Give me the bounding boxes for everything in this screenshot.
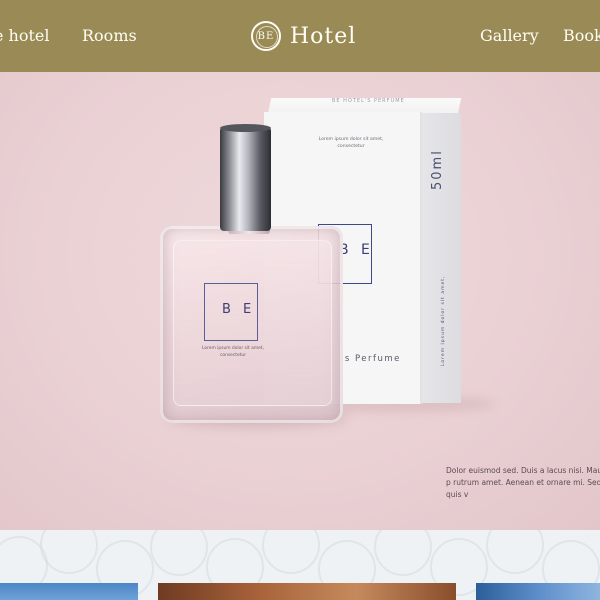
perfume-box-label: 's Perfume [341,354,401,364]
nav-link-book[interactable]: Book [563,24,600,48]
pattern-swirl [374,530,432,576]
perfume-bottle-cap-top [220,124,271,132]
perfume-box-side-text: Lorem ipsum dolor sit amet, [441,275,446,366]
pattern-swirl [486,530,544,574]
brand-mark-text: BE [257,30,275,42]
hero-banner: BE HOTEL'S PERFUME Lorem ipsum dolor sit… [0,72,600,530]
perfume-bottle-small-text: Lorem ipsum dolor sit amet, consectetur [202,346,264,358]
gallery-thumbnail-2[interactable] [158,583,456,600]
hero-caption: Dolor euismod sed. Duis a lacus nisi. Ma… [446,466,600,499]
perfume-box-top-text: BE HOTEL'S PERFUME [332,98,405,104]
hero-content: BE HOTEL'S PERFUME Lorem ipsum dolor sit… [0,72,600,530]
pattern-swirl [40,530,98,574]
gallery-thumbnail-1[interactable] [0,583,138,600]
perfume-bottle-cap [220,127,271,231]
nav-link-gallery[interactable]: Gallery [480,24,539,48]
perfume-bottle-logo: B E [222,302,256,317]
nav-link-the-hotel[interactable]: e hotel [0,24,50,48]
perfume-box-logo: B E [339,242,374,258]
gallery-thumbnail-3[interactable] [476,583,600,600]
brand-name: Hotel [290,23,357,49]
top-nav: e hotel Rooms BE Hotel Gallery Book [0,0,600,72]
pattern-swirl [150,530,208,576]
nav-link-rooms[interactable]: Rooms [82,24,137,48]
perfume-box-volume: 50ml [430,149,445,190]
brand-mark-icon: BE [251,21,281,51]
brand-logo[interactable]: BE Hotel [251,19,356,53]
pattern-swirl [262,530,320,574]
perfume-box-small-text: Lorem ipsum dolor sit amet, consectetur [318,137,384,149]
